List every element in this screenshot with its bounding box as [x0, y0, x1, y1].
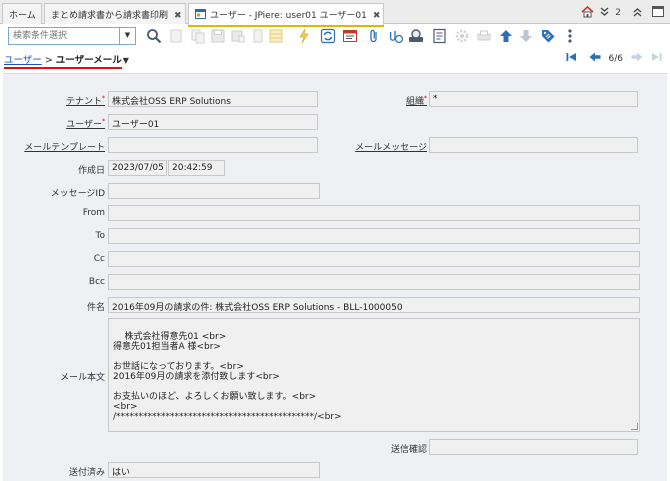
record-navigation: 6/6: [566, 52, 662, 65]
tabbar-controls: 2: [581, 5, 664, 21]
message-id-field[interactable]: [108, 183, 320, 199]
breadcrumb-separator: >: [44, 55, 53, 66]
first-record-icon[interactable]: [566, 52, 577, 65]
caret-down-icon[interactable]: ▼: [123, 56, 129, 65]
tab-user-label: ユーザー - JPiere: user01 ユーザー01: [210, 11, 367, 21]
delete-icon[interactable]: [250, 28, 266, 44]
subject-label: 件名: [86, 303, 105, 313]
more-vertical-icon[interactable]: [566, 28, 574, 44]
bcc-field[interactable]: [108, 274, 640, 290]
record-position: 6/6: [608, 53, 623, 64]
from-label: From: [82, 208, 105, 218]
chevron-down-icon[interactable]: ▼: [119, 28, 135, 44]
double-chevron-up-icon[interactable]: [633, 7, 642, 20]
archive-icon[interactable]: [432, 28, 448, 44]
toolbar: ▼: [0, 25, 670, 47]
chat-attach-icon[interactable]: [388, 28, 404, 44]
tab-bar: ホーム まとめ請求書から請求書印刷 ✖ ユーザー - JPiere: user01…: [0, 0, 670, 27]
bcc-label: Bcc: [88, 277, 105, 287]
breadcrumb-current[interactable]: ユーザーメール: [56, 55, 122, 66]
to-label: To: [95, 231, 105, 241]
message-id-label: メッセージID: [50, 189, 105, 199]
last-record-icon[interactable]: [651, 52, 662, 65]
previous-record-icon[interactable]: [589, 52, 601, 65]
send-confirm-label: 送信確認: [390, 445, 427, 455]
created-date-field[interactable]: 2023/07/05: [108, 160, 167, 176]
mail-template-field[interactable]: [108, 137, 318, 153]
attachment-icon[interactable]: [366, 28, 382, 44]
save-create-icon[interactable]: [230, 28, 246, 44]
copy-record-icon[interactable]: [190, 28, 206, 44]
mail-template-label[interactable]: メールテンプレート: [24, 140, 105, 153]
save-icon[interactable]: [210, 28, 226, 44]
refresh-grid-icon[interactable]: [268, 28, 284, 44]
breadcrumb: ユーザー > ユーザーメール▼: [4, 52, 129, 66]
tab-home[interactable]: ホーム: [2, 3, 42, 24]
search-icon[interactable]: [146, 28, 162, 44]
tenant-field[interactable]: 株式会社OSS ERP Solutions: [108, 91, 318, 107]
arrow-down-icon[interactable]: [518, 28, 534, 44]
zoom-across-icon[interactable]: [408, 28, 424, 44]
tab-home-label: ホーム: [9, 11, 36, 21]
new-record-icon[interactable]: [168, 28, 184, 44]
body-textarea[interactable]: 株式会社得意先01 <br> 得意先01担当者A 様<br> お世話になっており…: [108, 318, 640, 432]
breadcrumb-underline: [4, 67, 122, 69]
search-query-select[interactable]: ▼: [8, 27, 136, 45]
tab-invoice-print-label: まとめ請求書から請求書印刷: [51, 11, 169, 21]
double-chevron-down-icon[interactable]: [600, 7, 609, 20]
subject-field[interactable]: 2016年09月の請求の件: 株式会社OSS ERP Solutions - B…: [108, 297, 640, 313]
user-field[interactable]: ユーザー01: [108, 114, 318, 130]
created-label: 作成日: [77, 166, 105, 176]
tag-icon[interactable]: [540, 28, 556, 44]
org-field[interactable]: *: [429, 91, 638, 107]
mail-message-label[interactable]: メールメッセージ: [355, 140, 427, 153]
org-label[interactable]: 組織*: [406, 94, 427, 107]
tenant-label[interactable]: テナント*: [66, 94, 105, 107]
tab-count: 2: [615, 8, 621, 18]
sent-label: 送付済み: [68, 468, 105, 478]
body-text: 株式会社得意先01 <br> 得意先01担当者A 様<br> お世話になっており…: [113, 332, 342, 422]
close-icon[interactable]: ✖: [373, 11, 381, 21]
record-form: テナント* 株式会社OSS ERP Solutions 組織* * ユーザー* …: [3, 73, 667, 481]
resize-grip-icon[interactable]: [631, 423, 638, 430]
close-icon[interactable]: ✖: [174, 11, 182, 21]
from-field[interactable]: [108, 205, 640, 221]
tab-user[interactable]: ユーザー - JPiere: user01 ユーザー01 ✖: [188, 3, 384, 27]
window-max-icon[interactable]: [652, 6, 664, 20]
tab-invoice-print[interactable]: まとめ請求書から請求書印刷 ✖: [44, 3, 186, 24]
workflow-icon[interactable]: [454, 28, 470, 44]
window-icon: [195, 9, 206, 19]
print-icon[interactable]: [476, 28, 492, 44]
home-icon[interactable]: [581, 5, 594, 21]
send-confirm-field[interactable]: [429, 439, 638, 455]
cc-field[interactable]: [108, 251, 640, 267]
created-time-field[interactable]: 20:42:59: [168, 160, 225, 176]
sent-field[interactable]: はい: [108, 462, 320, 478]
breadcrumb-parent-link[interactable]: ユーザー: [4, 55, 42, 66]
search-query-input[interactable]: [9, 28, 117, 44]
mail-message-field[interactable]: [429, 137, 638, 153]
to-field[interactable]: [108, 228, 640, 244]
next-record-icon[interactable]: [631, 52, 643, 65]
refresh-icon[interactable]: [320, 28, 336, 44]
body-label: メール本文: [59, 373, 105, 383]
user-label[interactable]: ユーザー*: [66, 117, 105, 130]
lightning-icon[interactable]: [296, 28, 312, 44]
form-view-icon[interactable]: [342, 28, 358, 44]
arrow-up-icon[interactable]: [498, 28, 514, 44]
cc-label: Cc: [93, 254, 105, 264]
